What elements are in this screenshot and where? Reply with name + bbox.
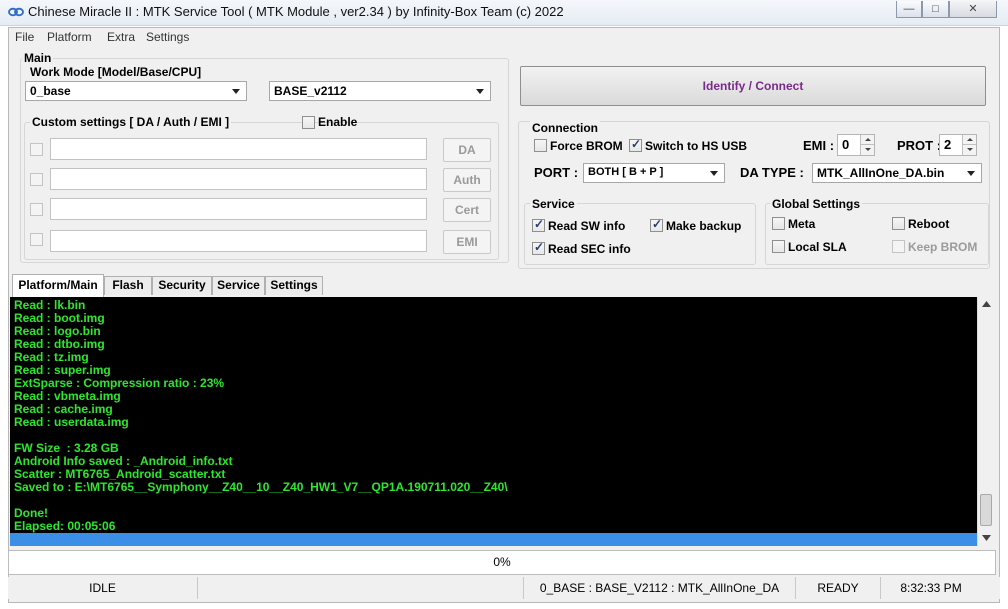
enable-checkbox[interactable] xyxy=(302,116,315,129)
log-line: Saved to : E:\MT6765__Symphony__Z40__10_… xyxy=(14,480,508,494)
da-path-field[interactable] xyxy=(50,138,427,160)
auth-button[interactable]: Auth xyxy=(443,168,491,192)
prot-spinner-value: 2 xyxy=(944,137,952,152)
base-value: BASE_v2112 xyxy=(274,84,347,98)
tab-service[interactable]: Service xyxy=(212,276,265,295)
global-settings-group xyxy=(765,203,989,265)
auth-checkbox[interactable] xyxy=(30,173,43,186)
cert-path-field[interactable] xyxy=(50,198,427,220)
window-title: Chinese Miracle II : MTK Service Tool ( … xyxy=(28,4,564,19)
log-output[interactable]: Read : lk.bin Read : boot.img Read : log… xyxy=(10,297,977,546)
spin-down-icon[interactable] xyxy=(860,145,874,155)
log-selection-bar xyxy=(10,533,977,546)
spin-up-icon[interactable] xyxy=(860,135,874,145)
connection-title: Connection xyxy=(530,121,600,135)
scroll-up-icon[interactable] xyxy=(982,301,991,307)
da-type-label: DA TYPE : xyxy=(740,165,804,180)
make-backup-checkbox[interactable] xyxy=(650,217,663,232)
cert-button[interactable]: Cert xyxy=(443,198,491,222)
da-type-select[interactable]: MTK_AllInOne_DA.bin xyxy=(812,163,982,183)
status-state: IDLE xyxy=(8,577,198,599)
read-sec-label: Read SEC info xyxy=(548,242,631,256)
log-scrollbar[interactable] xyxy=(977,297,994,546)
keep-brom-label: Keep BROM xyxy=(908,240,978,254)
infinity-logo-icon xyxy=(8,7,24,17)
auth-path-field[interactable] xyxy=(50,168,427,190)
tab-flash[interactable]: Flash xyxy=(104,276,152,295)
emi-button[interactable]: EMI xyxy=(443,230,491,254)
spin-up-icon[interactable] xyxy=(962,135,976,145)
chevron-down-icon xyxy=(476,89,484,94)
tab-settings[interactable]: Settings xyxy=(265,276,323,295)
identify-connect-button[interactable]: Identify / Connect xyxy=(520,66,986,106)
read-sw-checkbox[interactable] xyxy=(532,217,545,232)
minimize-button[interactable]: — xyxy=(896,1,922,18)
port-select[interactable]: BOTH [ B + P ] xyxy=(583,163,725,183)
emi-spinner-value: 0 xyxy=(842,137,850,152)
work-mode-value: 0_base xyxy=(30,84,71,98)
status-ready: READY xyxy=(796,577,881,599)
prot-spinner[interactable]: 2 xyxy=(939,134,977,156)
menu-file[interactable]: File xyxy=(15,30,34,44)
force-brom-checkbox[interactable] xyxy=(534,139,547,152)
progress-text: 0% xyxy=(493,555,511,569)
keep-brom-checkbox[interactable] xyxy=(892,240,905,253)
global-settings-title: Global Settings xyxy=(770,197,863,211)
emi-checkbox[interactable] xyxy=(30,233,43,246)
progress-bar: 0% xyxy=(8,550,996,575)
local-sla-checkbox[interactable] xyxy=(772,240,785,253)
menu-extra[interactable]: Extra xyxy=(107,30,135,44)
da-type-value: MTK_AllInOne_DA.bin xyxy=(817,166,945,180)
port-label: PORT : xyxy=(534,165,579,180)
menu-settings[interactable]: Settings xyxy=(146,30,189,44)
scroll-down-icon[interactable] xyxy=(982,535,991,541)
force-brom-label: Force BROM xyxy=(550,139,623,153)
port-value: BOTH [ B + P ] xyxy=(588,166,664,178)
read-sec-checkbox[interactable] xyxy=(532,240,545,255)
main-group-title: Main xyxy=(22,51,54,65)
base-select[interactable]: BASE_v2112 xyxy=(269,81,491,101)
make-backup-label: Make backup xyxy=(666,219,742,233)
status-spacer xyxy=(198,577,524,599)
service-title: Service xyxy=(530,197,577,211)
log-line: Elapsed: 00:05:06 xyxy=(14,519,116,533)
close-button[interactable]: ✕ xyxy=(949,1,997,18)
tab-platform-main[interactable]: Platform/Main xyxy=(12,274,104,297)
emi-spinner[interactable]: 0 xyxy=(837,134,875,156)
reboot-checkbox[interactable] xyxy=(892,217,905,230)
da-button[interactable]: DA xyxy=(443,138,491,162)
emi-path-field[interactable] xyxy=(50,230,427,252)
work-mode-select[interactable]: 0_base xyxy=(25,81,247,101)
status-time: 8:32:33 PM xyxy=(900,581,962,595)
meta-label: Meta xyxy=(788,217,816,231)
tab-security[interactable]: Security xyxy=(152,276,212,295)
reboot-label: Reboot xyxy=(908,217,950,231)
local-sla-label: Local SLA xyxy=(788,240,847,254)
chevron-down-icon xyxy=(967,171,975,176)
emi-label: EMI : xyxy=(803,138,835,153)
hs-usb-checkbox[interactable] xyxy=(629,137,642,152)
status-bar: IDLE 0_BASE : BASE_V2112 : MTK_AllInOne_… xyxy=(8,577,1000,599)
spin-down-icon[interactable] xyxy=(962,145,976,155)
read-sw-label: Read SW info xyxy=(548,219,626,233)
custom-settings-title: Custom settings [ DA / Auth / EMI ] xyxy=(30,115,232,129)
prot-label: PROT : xyxy=(897,138,942,153)
da-checkbox[interactable] xyxy=(30,143,43,156)
scrollbar-thumb[interactable] xyxy=(980,494,992,526)
status-config: 0_BASE : BASE_V2112 : MTK_AllInOne_DA xyxy=(524,577,796,599)
menu-platform[interactable]: Platform xyxy=(47,30,92,44)
log-line: Read : userdata.img xyxy=(14,415,129,429)
cert-checkbox[interactable] xyxy=(30,203,43,216)
work-mode-label: Work Mode [Model/Base/CPU] xyxy=(30,65,202,79)
meta-checkbox[interactable] xyxy=(772,217,785,230)
maximize-button[interactable]: □ xyxy=(922,1,949,18)
chevron-down-icon xyxy=(710,171,718,176)
chevron-down-icon xyxy=(232,89,240,94)
enable-label: Enable xyxy=(318,115,358,129)
hs-usb-label: Switch to HS USB xyxy=(645,139,748,153)
